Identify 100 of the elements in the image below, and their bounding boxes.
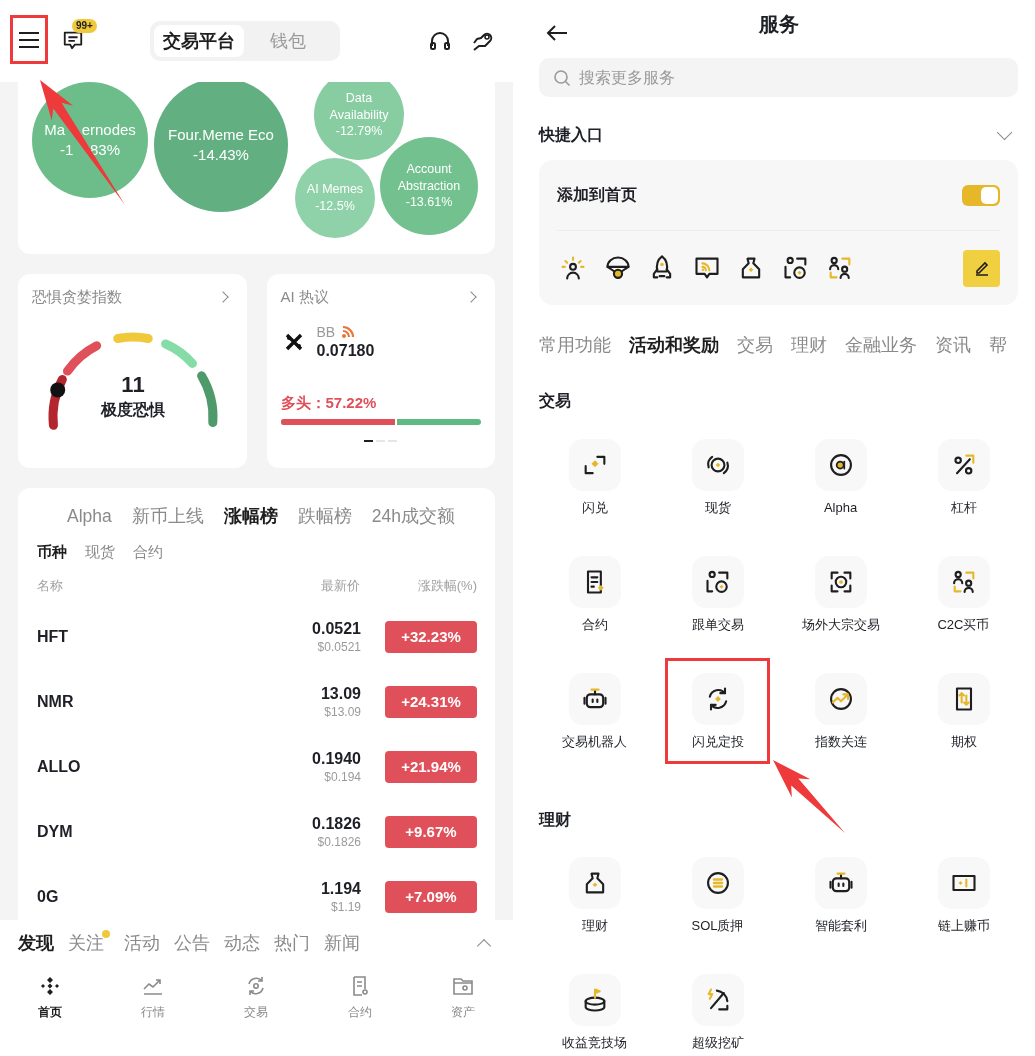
- category-tab[interactable]: 理财: [791, 333, 827, 357]
- feed-tab[interactable]: 关注: [68, 930, 104, 955]
- back-arrow-icon[interactable]: [546, 24, 568, 42]
- column-header: 名称: [37, 577, 64, 595]
- service-tile[interactable]: [691, 439, 744, 491]
- nav-tab[interactable]: 首页: [0, 974, 102, 1021]
- nav-tab[interactable]: 行情: [101, 974, 205, 1021]
- service-tile[interactable]: [814, 556, 867, 608]
- ai-hot-card[interactable]: AI 热议 BB 0.07180 多头：57.22%: [266, 274, 495, 468]
- sector-bubble[interactable]: Account Abstraction -13.61%: [380, 137, 478, 235]
- service-tile[interactable]: [814, 857, 867, 909]
- nav-tab[interactable]: 合约: [308, 974, 412, 1021]
- feed-tab[interactable]: 热门: [274, 930, 310, 955]
- setting-label: 添加到首页: [557, 184, 637, 205]
- page-title: 服务: [758, 11, 799, 37]
- coin-price: 0.1940: [312, 749, 361, 768]
- sector-change: -13.61%: [405, 194, 453, 212]
- service-tile[interactable]: [814, 673, 867, 725]
- service-tile[interactable]: [937, 673, 990, 725]
- coin-price: 0.0521: [312, 619, 361, 638]
- segment-tab[interactable]: 钱包: [244, 25, 332, 57]
- service-tile[interactable]: [691, 673, 744, 725]
- cross-logo-icon: [284, 333, 303, 351]
- service-tile[interactable]: [937, 439, 990, 491]
- sector-name: Four.Meme Eco: [168, 124, 274, 145]
- service-tile[interactable]: [691, 556, 744, 608]
- sector-name: Ma ernodes: [44, 119, 136, 140]
- service-tile[interactable]: [568, 974, 621, 1026]
- search-field[interactable]: 搜索更多服务: [539, 58, 1018, 97]
- coin-price: 0.1826: [312, 814, 361, 833]
- service-tile[interactable]: [568, 857, 621, 909]
- service-tile[interactable]: [568, 556, 621, 608]
- market-type-tab[interactable]: 币种: [37, 542, 67, 562]
- feed-tab[interactable]: 新闻: [324, 930, 360, 955]
- ranking-tab[interactable]: 24h成交额: [371, 504, 455, 528]
- edit-button[interactable]: [963, 249, 1000, 287]
- category-tab[interactable]: 资讯: [935, 333, 971, 357]
- service-tile[interactable]: [568, 439, 621, 491]
- market-type-tab[interactable]: 现货: [85, 542, 115, 562]
- menu-button[interactable]: [10, 15, 48, 64]
- sector-change: -12.5%: [315, 198, 355, 215]
- long-ratio: 多头：57.22%: [280, 394, 378, 413]
- category-tab[interactable]: 活动和奖励: [629, 333, 719, 357]
- nav-tab[interactable]: 资产: [411, 974, 515, 1021]
- column-header: 涨跌幅(%): [416, 577, 477, 595]
- feed-tab[interactable]: 发现: [18, 930, 54, 955]
- nav-tab[interactable]: 交易: [204, 974, 309, 1021]
- service-label: Alpha: [823, 499, 858, 517]
- service-label: 合约: [581, 616, 608, 634]
- category-tab[interactable]: 帮: [989, 333, 1007, 357]
- feed-tab[interactable]: 公告: [174, 930, 210, 955]
- headset-icon[interactable]: [428, 29, 452, 53]
- sector-bubble[interactable]: Ma ernodes -1 83%: [32, 82, 148, 198]
- feed-tab[interactable]: 动态: [224, 930, 260, 955]
- service-label: 杠杆: [950, 499, 977, 517]
- fear-greed-card[interactable]: 恐惧贪婪指数 11 极度恐惧: [18, 274, 247, 468]
- message-icon[interactable]: [62, 29, 84, 51]
- feed-tab[interactable]: 活动: [124, 930, 160, 955]
- notification-badge: 99+: [72, 19, 97, 33]
- service-label: 收益竞技场: [562, 1034, 627, 1052]
- parachute-icon[interactable]: [603, 254, 632, 282]
- change-badge: +7.09%: [385, 880, 477, 913]
- usd-price: $13.09: [324, 704, 361, 719]
- service-tile[interactable]: [937, 556, 990, 608]
- category-tab[interactable]: 常用功能: [539, 333, 611, 357]
- coin-name: 0G: [37, 887, 60, 906]
- service-label: 闪兑: [581, 499, 608, 517]
- column-header: 最新价: [320, 577, 360, 595]
- service-label: 闪兑定投: [691, 733, 744, 751]
- service-label: 现货: [704, 499, 731, 517]
- index-value: 11: [120, 372, 146, 398]
- service-tile[interactable]: [937, 857, 990, 909]
- person-sun-icon[interactable]: [559, 254, 587, 282]
- ranking-tab[interactable]: 跌幅榜: [297, 504, 352, 528]
- service-label: 超级挖矿: [691, 1034, 744, 1052]
- service-tile[interactable]: [568, 673, 621, 725]
- coin-name: NMR: [37, 692, 75, 711]
- sector-bubble[interactable]: Data Availability -12.79%: [314, 82, 404, 160]
- sector-name: AI Memes: [306, 181, 364, 198]
- service-tile[interactable]: [691, 857, 744, 909]
- ranking-tab[interactable]: 新币上线: [131, 504, 204, 528]
- market-type-tab[interactable]: 合约: [133, 542, 163, 562]
- service-tile[interactable]: [814, 439, 867, 491]
- service-label: 期权: [950, 733, 977, 751]
- service-label: 跟单交易: [691, 616, 744, 634]
- service-label: 交易机器人: [562, 733, 627, 751]
- segment-tab[interactable]: 交易平台: [154, 25, 244, 57]
- sector-bubble[interactable]: Four.Meme Eco -14.43%: [154, 82, 288, 212]
- service-tile[interactable]: [691, 974, 744, 1026]
- search-icon: [553, 69, 571, 87]
- toggle-switch[interactable]: [962, 184, 1000, 206]
- service-label: 理财: [581, 917, 608, 935]
- coin-price: 13.09: [320, 684, 361, 703]
- service-label: 指数关连: [814, 733, 867, 751]
- category-tab[interactable]: 交易: [737, 333, 773, 357]
- ranking-tab[interactable]: 涨幅榜: [223, 504, 278, 528]
- category-tab[interactable]: 金融业务: [845, 333, 917, 357]
- change-badge: +9.67%: [385, 815, 477, 848]
- ranking-tab[interactable]: Alpha: [67, 505, 112, 527]
- sector-change: -14.43%: [193, 145, 249, 165]
